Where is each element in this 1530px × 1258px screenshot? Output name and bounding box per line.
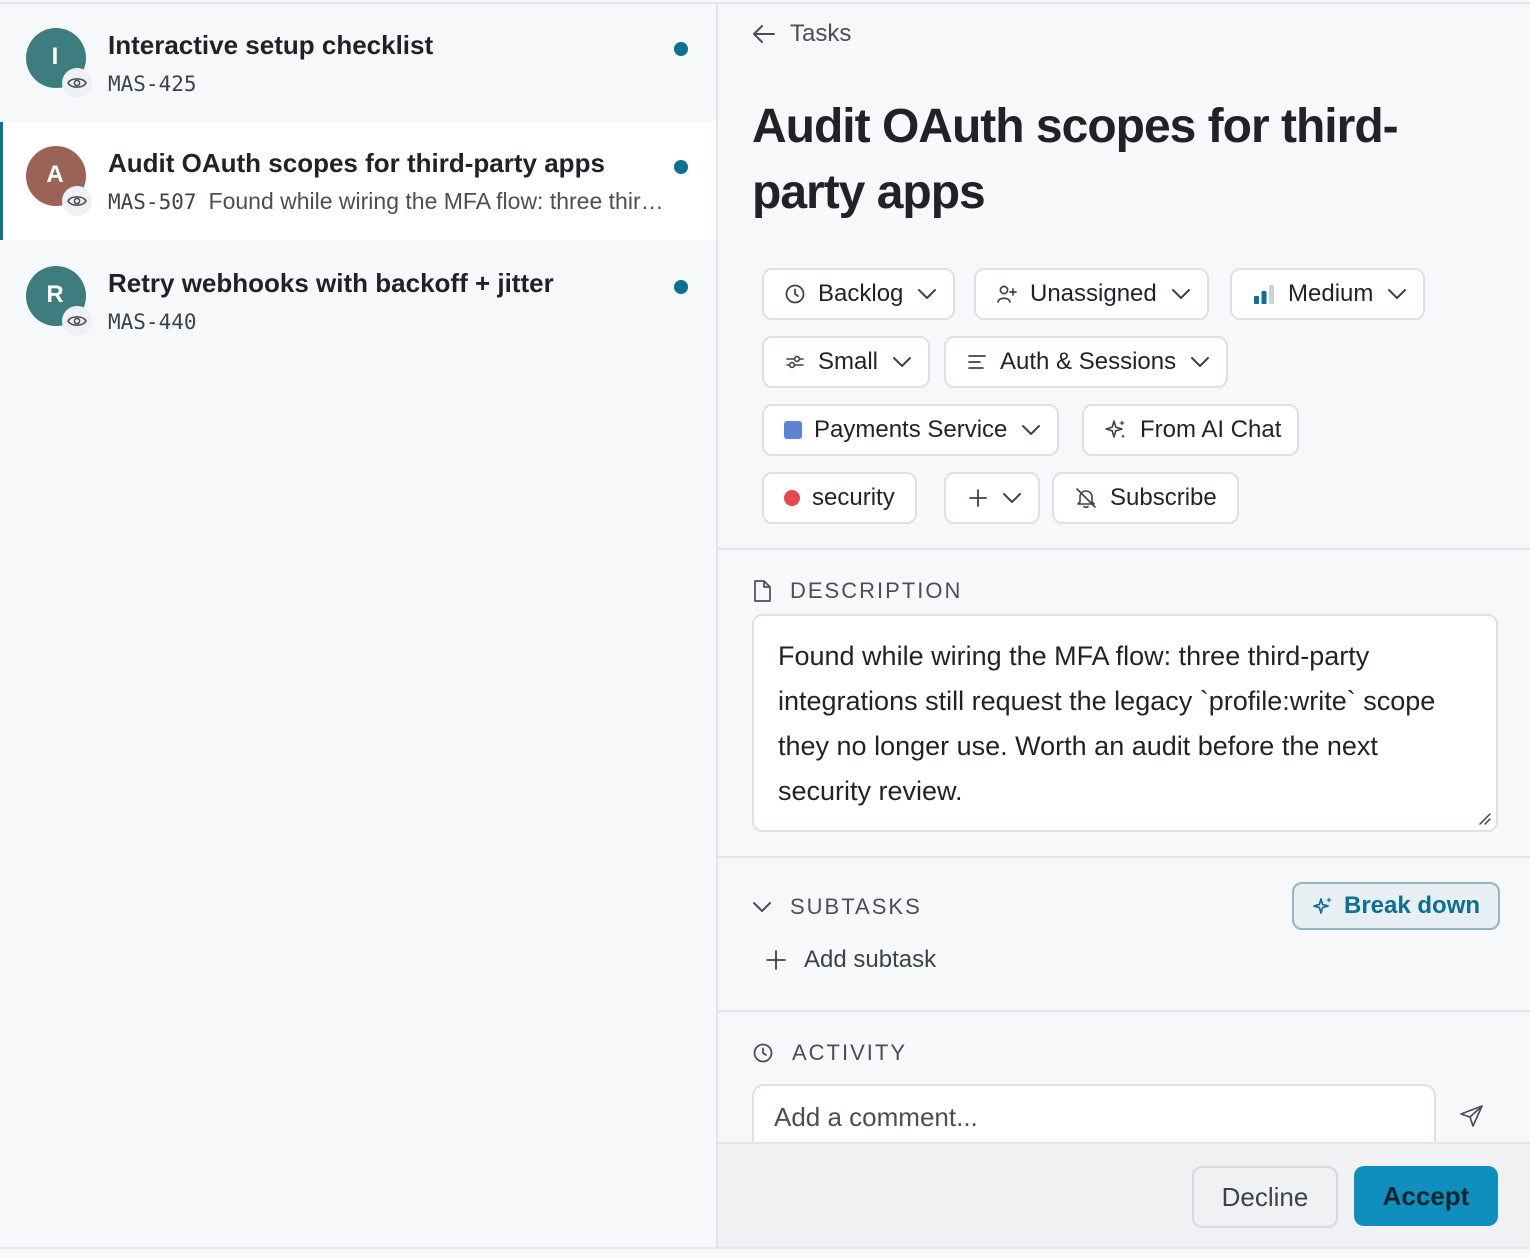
description-textarea[interactable]: Found while wiring the MFA flow: three t… [752,614,1498,832]
user-plus-icon [996,283,1018,305]
accept-button[interactable]: Accept [1354,1166,1498,1226]
divider [718,856,1530,858]
eye-icon [62,306,92,336]
eye-icon [62,68,92,98]
plus-icon [968,488,988,508]
description-heading-label: DESCRIPTION [790,578,963,603]
description-text: Found while wiring the MFA flow: three t… [778,641,1436,806]
add-label-dropdown[interactable] [944,472,1040,524]
project-dropdown[interactable]: Payments Service [762,404,1060,456]
subscribe-label: Subscribe [1110,484,1217,511]
unread-dot [674,280,688,294]
list-item-subtitle: MAS-440 [108,308,668,335]
file-icon [752,579,772,603]
priority-label: Medium [1288,280,1374,307]
subscribe-button[interactable]: Subscribe [1052,472,1239,524]
list-item-subtitle: MAS-425 [108,70,668,97]
list-item[interactable]: I Interactive setup checklist MAS-425 [0,4,716,122]
task-title[interactable]: Audit OAuth scopes for third-party apps [752,94,1452,226]
decline-button[interactable]: Decline [1192,1166,1338,1228]
status-dropdown[interactable]: Backlog [762,268,956,320]
list-item-title: Interactive setup checklist [108,30,434,60]
list-item-title: Retry webhooks with backoff + jitter [108,268,554,298]
list-item-preview: Found while wiring the MFA flow: three t… [208,188,668,214]
unread-dot [674,42,688,56]
project-label: Payments Service [814,416,1008,443]
subtasks-heading-label: SUBTASKS [790,894,922,919]
sliders-icon [784,351,806,373]
send-icon[interactable] [1456,1100,1488,1132]
arrow-left-icon [752,24,776,44]
subtasks-heading[interactable]: SUBTASKS [752,894,922,920]
size-label: Small [818,348,879,375]
comment-input[interactable] [752,1084,1436,1148]
text-align-icon [966,351,988,373]
list-item-subtitle: MAS-507 Found while wiring the MFA flow: … [108,188,668,215]
app-window: I Interactive setup checklist MAS-425 A … [0,0,1530,1258]
task-list: I Interactive setup checklist MAS-425 A … [0,4,716,1247]
list-item[interactable]: R Retry webhooks with backoff + jitter M… [0,242,716,360]
label-chip-security[interactable]: security [762,472,917,524]
add-subtask-label: Add subtask [804,946,937,973]
unread-dot [674,160,688,174]
avatar-letter: R [46,281,64,308]
clock-icon [784,283,806,305]
list-item-id: MAS-425 [108,72,197,96]
break-down-button[interactable]: Break down [1292,882,1500,930]
status-label: Backlog [818,280,904,307]
chevron-down-icon [1387,288,1407,300]
list-item-title: Audit OAuth scopes for third-party apps [108,148,605,178]
avatar-letter: A [46,161,64,188]
eye-icon [62,186,92,216]
activity-heading: ACTIVITY [752,1040,907,1066]
resize-grip-icon[interactable] [1476,810,1492,826]
source-label: From AI Chat [1140,416,1282,443]
break-down-label: Break down [1343,892,1481,919]
area-label: Auth & Sessions [1000,348,1177,375]
review-footer: Decline Accept [718,1142,1530,1247]
plus-icon [766,950,786,970]
activity-heading-label: ACTIVITY [792,1040,908,1065]
label-name: security [812,484,895,511]
divider [718,1010,1530,1012]
list-item-id: MAS-440 [108,310,197,334]
chevron-down-icon [1021,424,1041,436]
assignee-dropdown[interactable]: Unassigned [974,268,1209,320]
chevron-down-icon [1190,356,1210,368]
size-dropdown[interactable]: Small [762,336,931,388]
project-color-square [784,421,802,439]
assignee-label: Unassigned [1030,280,1157,307]
chevron-down-icon [1002,492,1022,504]
priority-dropdown[interactable]: Medium [1230,268,1426,320]
sparkles-icon [1104,418,1128,442]
chevron-down-icon [917,288,937,300]
avatar-letter: I [51,43,59,70]
clock-icon [752,1042,774,1064]
back-to-tasks-link[interactable]: Tasks [752,20,851,48]
chevron-down-icon [892,356,912,368]
source-chip[interactable]: From AI Chat [1082,404,1300,456]
description-heading: DESCRIPTION [752,578,962,604]
list-item[interactable]: A Audit OAuth scopes for third-party app… [0,122,716,240]
area-dropdown[interactable]: Auth & Sessions [944,336,1229,388]
sparkles-icon [1312,895,1334,917]
chevron-down-icon [1171,288,1191,300]
chevron-down-icon [752,901,772,913]
signal-bars-icon [1252,283,1276,305]
back-label: Tasks [790,20,852,47]
divider [718,548,1530,550]
bottom-divider [0,1247,1530,1249]
bell-off-icon [1074,486,1098,510]
task-detail-panel: Tasks Audit OAuth scopes for third-party… [716,4,1530,1247]
add-subtask-button[interactable]: Add subtask [766,946,936,974]
list-item-id: MAS-507 [108,190,197,214]
label-color-dot [784,490,800,506]
